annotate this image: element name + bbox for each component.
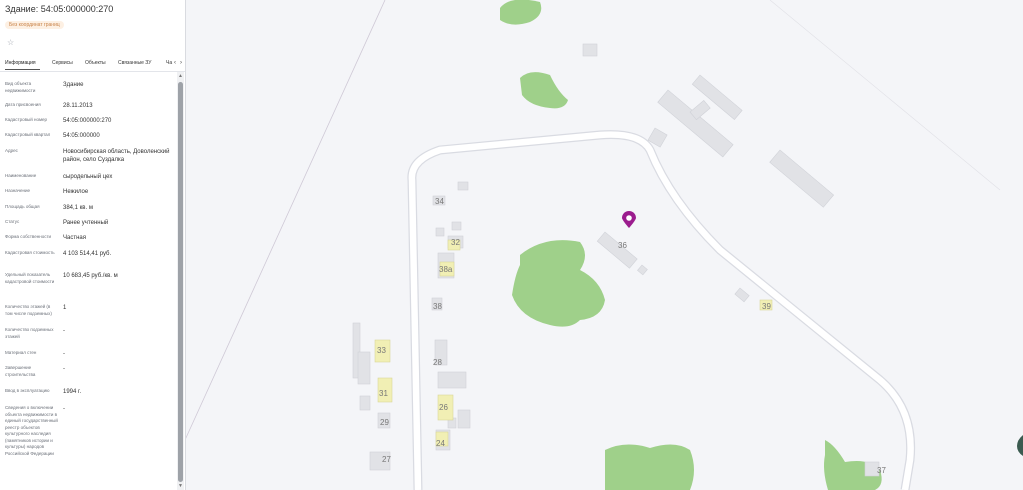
- info-value: 54:05:000000: [63, 133, 100, 139]
- info-value: 384,1 кв. м: [63, 205, 93, 211]
- house-number: 31: [379, 389, 388, 398]
- tab-scroll-right-icon[interactable]: ›: [180, 60, 182, 66]
- house-number: 24: [436, 439, 445, 448]
- info-label: Вид объекта недвижимости: [5, 81, 36, 93]
- info-label: Дата присвоения: [5, 102, 41, 107]
- info-value: 1: [63, 305, 67, 311]
- info-label: Ввод в эксплуатацию: [5, 388, 50, 393]
- active-tab-indicator: [5, 69, 40, 70]
- info-value: Нежилое: [63, 189, 89, 195]
- info-label: Площадь общая: [5, 204, 40, 209]
- house-number: 38а: [439, 265, 453, 274]
- info-label: Материал стен: [5, 350, 37, 355]
- tab-info[interactable]: Информация: [5, 60, 36, 66]
- info-label: Количество этажей (в том числе подземных…: [5, 304, 52, 316]
- info-label: Назначение: [5, 188, 31, 193]
- page-title: Здание: 54:05:000000:270: [5, 4, 114, 14]
- info-label: Наименование: [5, 173, 37, 178]
- house-number: 26: [439, 403, 448, 412]
- tab-services[interactable]: Сервисы: [52, 60, 73, 66]
- house-number: 39: [762, 302, 771, 311]
- info-value: Частная: [63, 235, 86, 241]
- info-value: 4 103 514,41 руб.: [63, 251, 112, 257]
- info-panel: Здание: 54:05:000000:270 Без координат г…: [0, 0, 186, 490]
- info-value: Здание: [63, 82, 84, 88]
- info-rows: Вид объекта недвижимости Здание Дата при…: [0, 72, 176, 490]
- house-number: 38: [433, 302, 442, 311]
- info-value: Ранее учтенный: [63, 220, 109, 226]
- info-label: Кадастровый номер: [5, 117, 48, 122]
- info-label: Сведения о включении объекта недвижимост…: [5, 405, 58, 456]
- house-number: 32: [451, 238, 460, 247]
- scroll-down-icon[interactable]: ▼: [178, 483, 183, 489]
- star-icon[interactable]: ☆: [7, 38, 14, 47]
- house-number: 28: [433, 358, 442, 367]
- info-label: Количество подземных этажей: [5, 327, 54, 339]
- tab-scroll-left-icon[interactable]: ‹: [174, 60, 176, 66]
- info-value: 10 683,45 руб./кв. м: [63, 273, 118, 279]
- house-number: 37: [877, 466, 886, 475]
- info-value: 28.11.2013: [63, 103, 93, 109]
- info-value: -: [63, 366, 65, 372]
- tab-bar: Информация Сервисы Объекты Связанные ЗУ …: [0, 57, 185, 72]
- tab-more[interactable]: Ча: [166, 60, 172, 66]
- info-value: 54:05:000000:270: [63, 118, 112, 124]
- info-label: Удельный показатель кадастровой стоимост…: [5, 272, 55, 284]
- info-label: Кадастровая стоимость: [5, 250, 55, 255]
- house-number: 27: [382, 455, 391, 464]
- info-label: Адрес: [5, 148, 18, 153]
- info-label: Кадастровый квартал: [5, 132, 51, 137]
- info-value: -: [63, 406, 65, 412]
- house-number: 36: [618, 241, 627, 250]
- info-value: -: [63, 328, 65, 334]
- status-badge: Без координат границ: [5, 21, 64, 29]
- tab-linked-plots[interactable]: Связанные ЗУ: [118, 60, 151, 66]
- info-value: 1994 г.: [63, 389, 82, 395]
- scrollbar-thumb[interactable]: [178, 82, 183, 482]
- house-number: 33: [377, 346, 386, 355]
- house-number: 34: [435, 197, 444, 206]
- house-number: 29: [380, 418, 389, 427]
- info-value: Новосибирская область, Доволенский район…: [63, 149, 170, 163]
- vegetation-area: [605, 444, 694, 490]
- tab-objects[interactable]: Объекты: [85, 60, 106, 66]
- info-value: сыродельный цех: [63, 174, 113, 180]
- info-label: Завершение строительства: [5, 365, 36, 377]
- info-value: -: [63, 351, 65, 357]
- info-label: Статус: [5, 219, 20, 224]
- scroll-up-icon[interactable]: ▲: [178, 73, 183, 79]
- info-label: Форма собственности: [5, 234, 52, 239]
